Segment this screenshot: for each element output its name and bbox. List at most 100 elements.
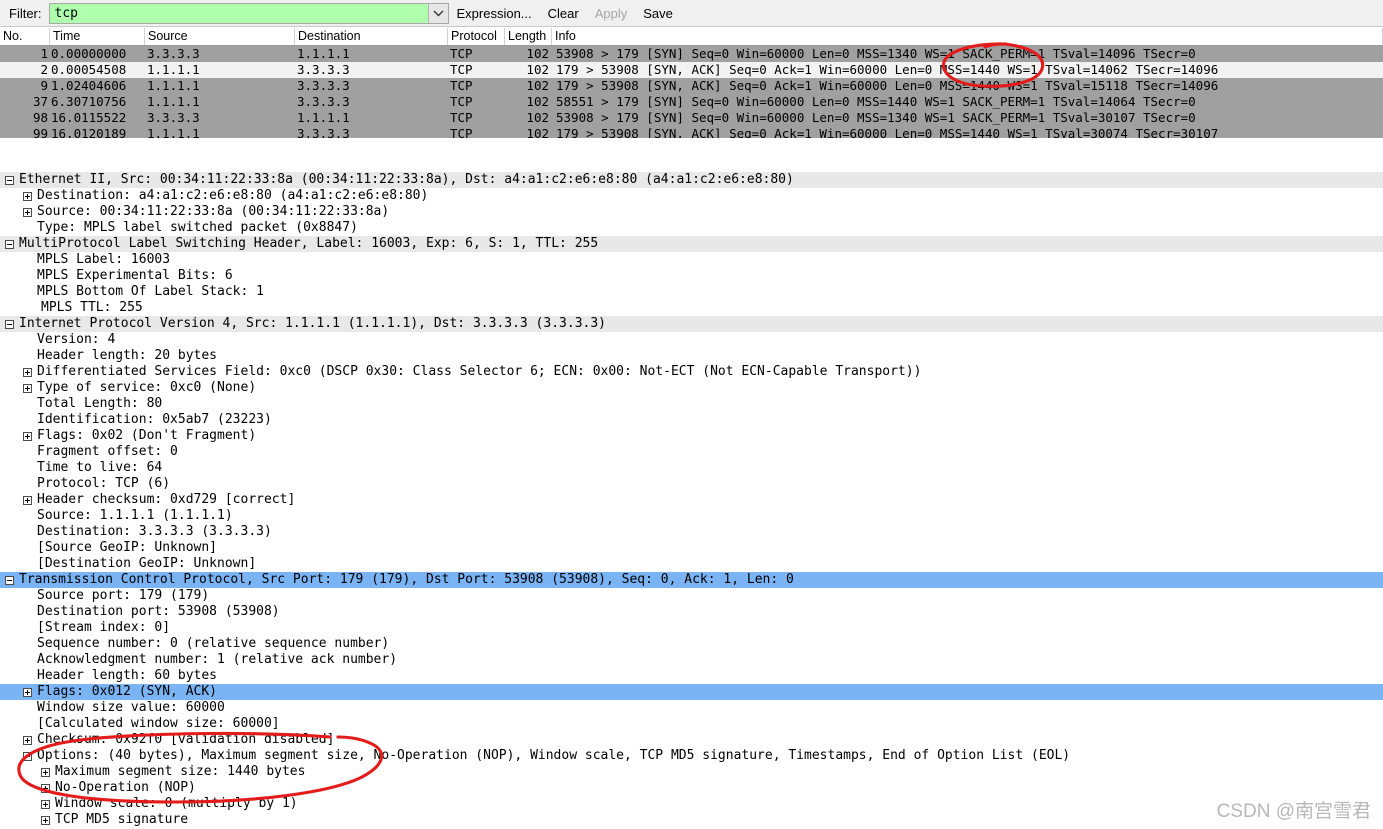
clear-button[interactable]: Clear (540, 6, 587, 21)
tree-item-ip-flags[interactable]: Flags: 0x02 (Don't Fragment) (0, 428, 1383, 444)
expression-button[interactable]: Expression... (449, 6, 540, 21)
tree-item-tcp-flags[interactable]: Flags: 0x012 (SYN, ACK) (0, 684, 1383, 700)
tree-item-ip-fragment-offset[interactable]: Fragment offset: 0 (0, 444, 1383, 460)
tree-item-label: Total Length: 80 (37, 396, 163, 411)
tree-item-mpls-exp[interactable]: MPLS Experimental Bits: 6 (0, 268, 1383, 284)
tree-item-ip-source-geoip[interactable]: [Source GeoIP: Unknown] (0, 540, 1383, 556)
packet-list-header: No. Time Source Destination Protocol Len… (0, 28, 1383, 46)
filter-combobox[interactable] (48, 2, 449, 24)
tree-item-ipv4[interactable]: Internet Protocol Version 4, Src: 1.1.1.… (0, 316, 1383, 332)
column-header-info[interactable]: Info (552, 28, 1383, 45)
expand-icon[interactable] (41, 815, 50, 825)
packet-length: 102 (526, 110, 549, 125)
tree-item-eth-source[interactable]: Source: 00:34:11:22:33:8a (00:34:11:22:3… (0, 204, 1383, 220)
tree-item-label: Flags: 0x02 (Don't Fragment) (37, 428, 257, 443)
expand-icon[interactable] (23, 495, 32, 505)
packet-list-pane[interactable]: No. Time Source Destination Protocol Len… (0, 28, 1383, 138)
expand-icon[interactable] (23, 687, 32, 697)
tree-item-tcp-calculated-window-size[interactable]: [Calculated window size: 60000] (0, 716, 1383, 732)
tree-item-tcp-stream-index[interactable]: [Stream index: 0] (0, 620, 1383, 636)
collapse-icon[interactable] (5, 319, 14, 329)
packet-source: 1.1.1.1 (147, 126, 200, 138)
tree-item-eth-destination[interactable]: Destination: a4:a1:c2:e6:e8:80 (a4:a1:c2… (0, 188, 1383, 204)
tree-item-tcp-header-length[interactable]: Header length: 60 bytes (0, 668, 1383, 684)
tree-item-label: Type: MPLS label switched packet (0x8847… (37, 220, 358, 235)
save-button[interactable]: Save (635, 6, 681, 21)
packet-row[interactable]: 98 16.0115522 3.3.3.3 1.1.1.1 TCP 102 53… (0, 110, 1383, 126)
packet-row[interactable]: 1 0.00000000 3.3.3.3 1.1.1.1 TCP 102 539… (0, 46, 1383, 62)
expand-icon[interactable] (41, 799, 50, 809)
tree-item-ip-destination[interactable]: Destination: 3.3.3.3 (3.3.3.3) (0, 524, 1383, 540)
column-header-no[interactable]: No. (0, 28, 50, 45)
expand-icon[interactable] (23, 367, 32, 377)
tree-item-mpls-ttl[interactable]: MPLS TTL: 255 (0, 300, 1383, 316)
tree-item-tcp-window-size-value[interactable]: Window size value: 60000 (0, 700, 1383, 716)
tree-item-ip-version[interactable]: Version: 4 (0, 332, 1383, 348)
packet-no: 9 (40, 78, 48, 93)
tree-item-tcp-checksum[interactable]: Checksum: 0x92f0 [validation disabled] (0, 732, 1383, 748)
column-header-protocol[interactable]: Protocol (448, 28, 505, 45)
tree-item-tcp-source-port[interactable]: Source port: 179 (179) (0, 588, 1383, 604)
tree-item-tcp-options[interactable]: Options: (40 bytes), Maximum segment siz… (0, 748, 1383, 764)
packet-time: 1.02404606 (51, 78, 127, 93)
packet-info: 53908 > 179 [SYN] Seq=0 Win=60000 Len=0 … (556, 110, 1196, 125)
expand-icon[interactable] (23, 431, 32, 441)
packet-row[interactable]: 99 16.0120189 1.1.1.1 3.3.3.3 TCP 102 17… (0, 126, 1383, 138)
tree-item-tcp-option-mss[interactable]: Maximum segment size: 1440 bytes (0, 764, 1383, 780)
tree-item-ethernet[interactable]: Ethernet II, Src: 00:34:11:22:33:8a (00:… (0, 172, 1383, 188)
packet-row[interactable]: 2 0.00054508 1.1.1.1 3.3.3.3 TCP 102 179… (0, 62, 1383, 78)
packet-row[interactable]: 9 1.02404606 1.1.1.1 3.3.3.3 TCP 102 179… (0, 78, 1383, 94)
packet-length: 102 (526, 46, 549, 61)
tree-item-tcp-sequence-number[interactable]: Sequence number: 0 (relative sequence nu… (0, 636, 1383, 652)
packet-row[interactable]: 37 6.30710756 1.1.1.1 3.3.3.3 TCP 102 58… (0, 94, 1383, 110)
tree-item-tcp-option-window-scale[interactable]: Window scale: 0 (multiply by 1) (0, 796, 1383, 812)
tree-item-label: No-Operation (NOP) (55, 780, 196, 795)
collapse-icon[interactable] (5, 239, 14, 249)
expand-icon[interactable] (23, 383, 32, 393)
column-header-time[interactable]: Time (50, 28, 145, 45)
tree-item-label: Source: 1.1.1.1 (1.1.1.1) (37, 508, 233, 523)
packet-no: 2 (40, 62, 48, 77)
packet-source: 3.3.3.3 (147, 110, 200, 125)
tree-item-eth-type[interactable]: Type: MPLS label switched packet (0x8847… (0, 220, 1383, 236)
tree-item-label: MPLS Experimental Bits: 6 (37, 268, 233, 283)
expand-icon[interactable] (23, 735, 32, 745)
packet-no: 37 (32, 94, 48, 109)
expand-icon[interactable] (41, 783, 50, 793)
column-header-length[interactable]: Length (505, 28, 552, 45)
tree-item-ip-destination-geoip[interactable]: [Destination GeoIP: Unknown] (0, 556, 1383, 572)
tree-item-ip-identification[interactable]: Identification: 0x5ab7 (23223) (0, 412, 1383, 428)
tree-item-mpls-label[interactable]: MPLS Label: 16003 (0, 252, 1383, 268)
filter-input[interactable] (49, 3, 428, 23)
tree-item-mpls-bos[interactable]: MPLS Bottom Of Label Stack: 1 (0, 284, 1383, 300)
tree-item-ip-source[interactable]: Source: 1.1.1.1 (1.1.1.1) (0, 508, 1383, 524)
column-header-destination[interactable]: Destination (295, 28, 448, 45)
tree-item-ip-ttl[interactable]: Time to live: 64 (0, 460, 1383, 476)
chevron-down-icon[interactable] (427, 3, 448, 23)
tree-item-tcp-destination-port[interactable]: Destination port: 53908 (53908) (0, 604, 1383, 620)
packet-destination: 3.3.3.3 (297, 78, 350, 93)
packet-detail-pane[interactable]: Ethernet II, Src: 00:34:11:22:33:8a (00:… (0, 172, 1383, 829)
expand-icon[interactable] (41, 767, 50, 777)
collapse-icon[interactable] (5, 575, 14, 585)
tree-item-tcp-ack-number[interactable]: Acknowledgment number: 1 (relative ack n… (0, 652, 1383, 668)
packet-protocol: TCP (450, 46, 473, 61)
tree-item-tcp-option-md5-signature[interactable]: TCP MD5 signature (0, 812, 1383, 828)
expand-icon[interactable] (23, 207, 32, 217)
tree-item-tcp-option-nop[interactable]: No-Operation (NOP) (0, 780, 1383, 796)
tree-item-ip-checksum[interactable]: Header checksum: 0xd729 [correct] (0, 492, 1383, 508)
tree-item-ip-dsfield[interactable]: Differentiated Services Field: 0xc0 (DSC… (0, 364, 1383, 380)
tree-item-ip-total-length[interactable]: Total Length: 80 (0, 396, 1383, 412)
tree-item-ip-header-length[interactable]: Header length: 20 bytes (0, 348, 1383, 364)
collapse-icon[interactable] (5, 175, 14, 185)
expand-icon[interactable] (23, 191, 32, 201)
column-header-source[interactable]: Source (145, 28, 295, 45)
apply-button[interactable]: Apply (587, 6, 636, 21)
tree-item-tcp[interactable]: Transmission Control Protocol, Src Port:… (0, 572, 1383, 588)
packet-time: 0.00054508 (51, 62, 127, 77)
collapse-icon[interactable] (23, 751, 32, 761)
tree-item-mpls[interactable]: MultiProtocol Label Switching Header, La… (0, 236, 1383, 252)
packet-time: 16.0115522 (51, 110, 127, 125)
tree-item-ip-tos[interactable]: Type of service: 0xc0 (None) (0, 380, 1383, 396)
tree-item-ip-protocol[interactable]: Protocol: TCP (6) (0, 476, 1383, 492)
